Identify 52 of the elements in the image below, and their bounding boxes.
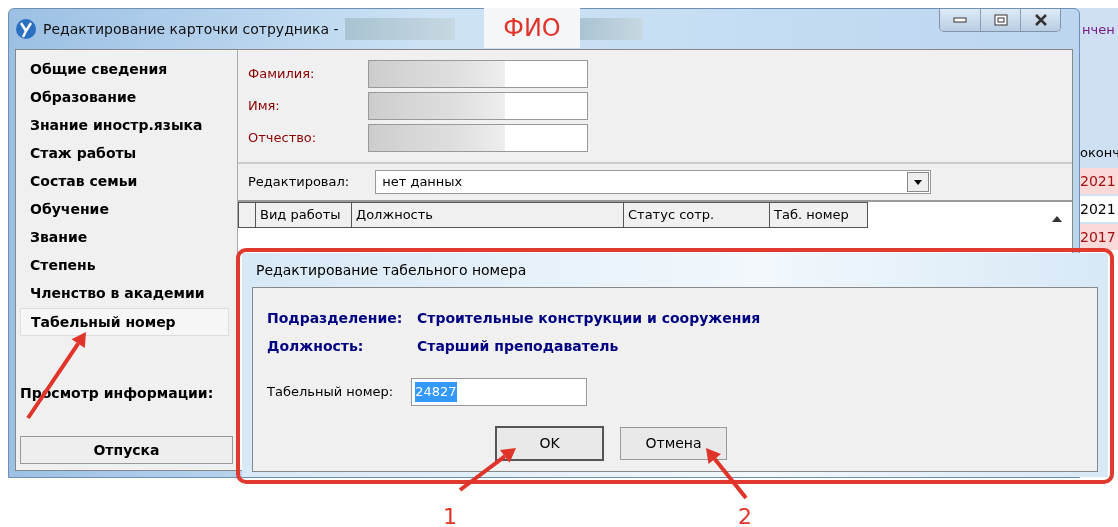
column-header[interactable]: Статус сотр. (624, 202, 770, 228)
info-label: Подразделение: (267, 309, 404, 328)
arrow (706, 448, 748, 500)
table-cell: 2017 (1080, 224, 1118, 250)
minimize-button[interactable] (940, 9, 980, 31)
sidebar-item[interactable]: Степень (20, 252, 233, 280)
column-header[interactable]: Таб. номер (770, 202, 868, 228)
field-label: Фамилия: (248, 65, 316, 84)
maximize-button[interactable] (980, 9, 1020, 31)
table-cell: 2021 (1080, 168, 1118, 194)
annotation-label: ФИО (484, 8, 580, 48)
column-header[interactable]: Вид работы (256, 202, 352, 228)
column-header: оконч (1080, 144, 1118, 162)
info-value: Старший преподаватель (417, 337, 619, 356)
cancel-button[interactable]: Отмена (620, 427, 727, 460)
ok-button[interactable]: OK (495, 426, 604, 461)
dropdown-value: нет данных (382, 173, 464, 192)
maximize-icon (993, 14, 1008, 26)
sidebar-item[interactable]: Стаж работы (20, 140, 233, 168)
app-icon (15, 18, 37, 40)
close-icon (1033, 14, 1048, 26)
info-value: Строительные конструкции и сооружения (417, 309, 761, 328)
field-label: Табельный номер: (267, 383, 394, 402)
sidebar-item[interactable]: Табельный номер (20, 308, 229, 336)
callout-number: 1 (443, 503, 457, 527)
callout-number: 2 (738, 503, 752, 527)
selected-text: 24827 (415, 382, 457, 402)
sidebar-item[interactable]: Общие сведения (20, 56, 233, 84)
sidebar-item[interactable]: Состав семьи (20, 168, 233, 196)
minimize-icon (953, 17, 967, 23)
input-field[interactable] (368, 92, 588, 120)
sidebar-item[interactable]: Образование (20, 84, 233, 112)
info-label: Должность: (267, 337, 365, 356)
header-text: нчен (1082, 21, 1115, 39)
sidebar-item[interactable]: Членство в академии (20, 280, 233, 308)
field-label: Имя: (248, 97, 281, 116)
arrow (458, 448, 516, 492)
field-label: Редактировал: (248, 173, 350, 192)
vacation-button[interactable]: Отпуска (20, 436, 233, 464)
dialog-title: Редактирование табельного номера (255, 261, 528, 280)
column-header[interactable]: Должность (352, 202, 624, 228)
table-header (238, 202, 256, 228)
close-button[interactable] (1020, 9, 1060, 31)
sidebar-item[interactable]: Знание иностр.языка (20, 112, 233, 140)
input-field[interactable] (368, 124, 588, 152)
editor-dropdown[interactable]: нет данных (375, 170, 932, 194)
window-title: Редактирование карточки сотрудника - (43, 19, 339, 39)
input-field[interactable] (368, 60, 588, 88)
field-label: Отчество: (248, 129, 318, 148)
sidebar-item[interactable]: Звание (20, 224, 233, 252)
sidebar-item[interactable]: Обучение (20, 196, 233, 224)
table-cell: 2021 (1080, 196, 1118, 222)
